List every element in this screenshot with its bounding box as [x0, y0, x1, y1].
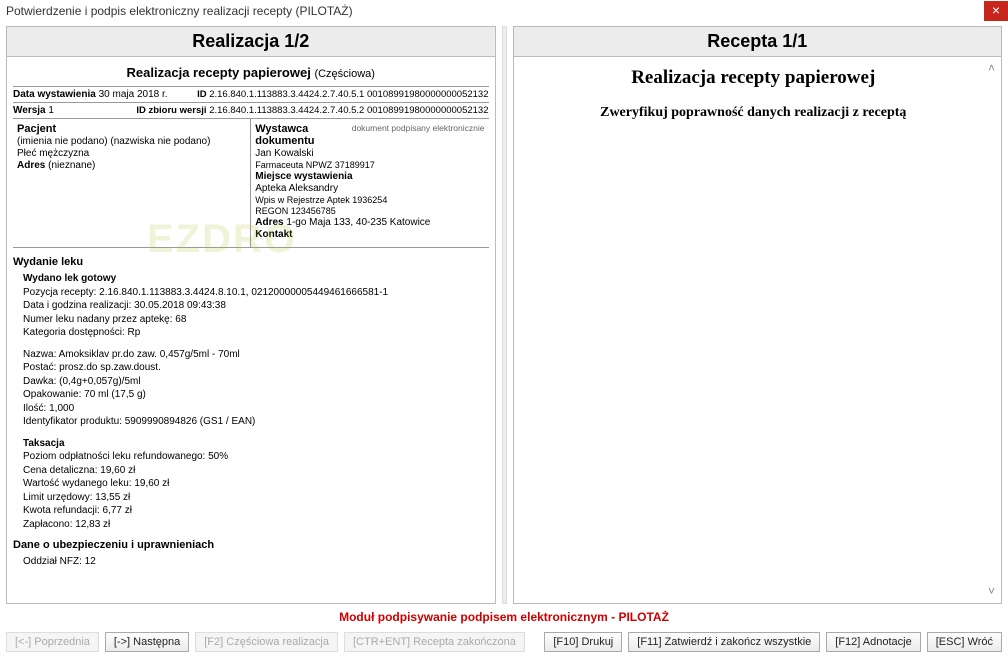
disp-h1: Wydano lek gotowy [23, 272, 489, 286]
confirm-button[interactable]: [F11] Zatwierdź i zakończ wszystkie [628, 632, 820, 652]
dispense-block-2: Nazwa: Amoksiklav pr.do zaw. 0,457g/5ml … [23, 348, 489, 429]
scroll-up-icon[interactable]: ˄ [984, 61, 999, 76]
annotations-button[interactable]: [F12] Adnotacje [826, 632, 920, 652]
disp-ident: Identyfikator produktu: 5909990894826 (G… [23, 415, 489, 429]
disp-pos: Pozycja recepty: 2.16.840.1.113883.3.442… [23, 286, 489, 300]
disp-paid: Zapłacono: 12,83 zł [23, 518, 489, 532]
done-button: [CTR+ENT] Recepta zakończona [344, 632, 525, 652]
right-pane-header: Recepta 1/1 [514, 27, 1002, 57]
issuer-regon: REGON 123456785 [255, 206, 484, 216]
dispense-section: Wydanie leku [13, 256, 489, 268]
idset-label: ID zbioru wersji [136, 105, 206, 116]
patient-address-label: Adres [17, 160, 45, 171]
date-label: Data wystawienia [13, 89, 96, 100]
left-body: EZDRO Realizacja recepty papierowej (Czę… [7, 57, 495, 603]
scroll-down-icon[interactable]: ˅ [984, 584, 999, 599]
version-value: 1 [48, 105, 54, 116]
dispense-block-1: Wydano lek gotowy Pozycja recepty: 2.16.… [23, 272, 489, 340]
insurance-section: Dane o ubezpieczeniu i uprawnieniach [13, 539, 489, 551]
disp-limit: Limit urzędowy: 13,55 zł [23, 491, 489, 505]
patient-title: Pacjent [17, 123, 246, 135]
two-col: Pacjent (imienia nie podano) (nazwiska n… [13, 119, 489, 248]
subheader-main: Realizacja recepty papierowej [127, 65, 311, 80]
disp-tax-h: Taksacja [23, 437, 489, 451]
prev-button: [<-] Poprzednia [6, 632, 99, 652]
issuer-col: dokument podpisany elektronicznie Wystaw… [251, 119, 488, 247]
main-split: Realizacja 1/2 EZDRO Realizacja recepty … [0, 22, 1008, 604]
right-big-title: Realizacja recepty papierowej [524, 67, 984, 89]
disp-form: Postać: prosz.do sp.zaw.doust. [23, 361, 489, 375]
patient-name: (imienia nie podano) (nazwiska nie podan… [17, 136, 246, 147]
next-button[interactable]: [->] Następna [105, 632, 189, 652]
disp-dose: Dawka: (0,4g+0,057g)/5ml [23, 375, 489, 389]
back-button[interactable]: [ESC] Wróć [927, 632, 1002, 652]
date-value: 30 maja 2018 r. [99, 89, 168, 100]
disp-qty: Ilość: 1,000 [23, 402, 489, 416]
pilot-bar: Moduł podpisywanie podpisem elektroniczn… [0, 604, 1008, 628]
patient-sex: Płeć mężczyzna [17, 148, 246, 159]
issuer-address-label: Adres [255, 217, 283, 228]
left-pane: Realizacja 1/2 EZDRO Realizacja recepty … [6, 26, 496, 604]
disp-name: Nazwa: Amoksiklav pr.do zaw. 0,457g/5ml … [23, 348, 489, 362]
dispense-block-3: Taksacja Poziom odpłatności leku refundo… [23, 437, 489, 532]
disp-price: Cena detaliczna: 19,60 zł [23, 464, 489, 478]
realization-subheader: Realizacja recepty papierowej (Częściowa… [13, 61, 489, 87]
window-title: Potwierdzenie i podpis elektroniczny rea… [6, 4, 353, 18]
left-pane-header: Realizacja 1/2 [7, 27, 495, 57]
issuer-signote: dokument podpisany elektronicznie [352, 123, 485, 133]
partial-button: [F2] Częściowa realizacja [195, 632, 338, 652]
right-body: ˄ Realizacja recepty papierowej Zweryfik… [514, 57, 1002, 603]
disp-num: Numer leku nadany przez aptekę: 68 [23, 313, 489, 327]
disp-dt: Data i godzina realizacji: 30.05.2018 09… [23, 299, 489, 313]
disp-refund-amt: Kwota refundacji: 6,77 zł [23, 504, 489, 518]
right-instruction: Zweryfikuj poprawność danych realizacji … [524, 105, 984, 121]
patient-address-value: (nieznane) [48, 160, 95, 171]
disp-refund: Poziom odpłatności leku refundowanego: 5… [23, 450, 489, 464]
issuer-reg: Wpis w Rejestrze Aptek 1936254 [255, 195, 484, 205]
patient-col: Pacjent (imienia nie podano) (nazwiska n… [13, 119, 251, 247]
issuer-contact: Kontakt [255, 229, 484, 240]
insurance-block: Oddział NFZ: 12 [23, 555, 489, 569]
disp-pack: Opakowanie: 70 ml (17,5 g) [23, 388, 489, 402]
idset-value: 2.16.840.1.113883.3.4424.2.7.40.5.2 0010… [209, 105, 488, 116]
issuer-place-label: Miejsce wystawienia [255, 171, 484, 182]
id-value: 2.16.840.1.113883.3.4424.2.7.40.5.1 0010… [209, 89, 488, 100]
right-pane: Recepta 1/1 ˄ Realizacja recepty papiero… [513, 26, 1003, 604]
meta-row-2: Wersja 1 ID zbioru wersji 2.16.840.1.113… [13, 103, 489, 119]
insurance-nfz: Oddział NFZ: 12 [23, 555, 489, 569]
id-label: ID [197, 89, 207, 100]
issuer-place-name: Apteka Aleksandry [255, 183, 484, 194]
disp-value: Wartość wydanego leku: 19,60 zł [23, 477, 489, 491]
print-button[interactable]: [F10] Drukuj [544, 632, 622, 652]
close-icon[interactable]: × [984, 1, 1008, 21]
issuer-role: Farmaceuta NPWZ 37189917 [255, 160, 484, 170]
subheader-suffix: (Częściowa) [314, 68, 375, 80]
window-titlebar: Potwierdzenie i podpis elektroniczny rea… [0, 0, 1008, 22]
issuer-name: Jan Kowalski [255, 148, 484, 159]
issuer-address-value: 1-go Maja 133, 40-235 Katowice [286, 217, 430, 228]
disp-cat: Kategoria dostępności: Rp [23, 326, 489, 340]
meta-row-1: Data wystawienia 30 maja 2018 r. ID 2.16… [13, 87, 489, 103]
version-label: Wersja [13, 105, 46, 116]
button-bar: [<-] Poprzednia [->] Następna [F2] Częśc… [0, 628, 1008, 658]
splitter[interactable] [502, 26, 507, 604]
